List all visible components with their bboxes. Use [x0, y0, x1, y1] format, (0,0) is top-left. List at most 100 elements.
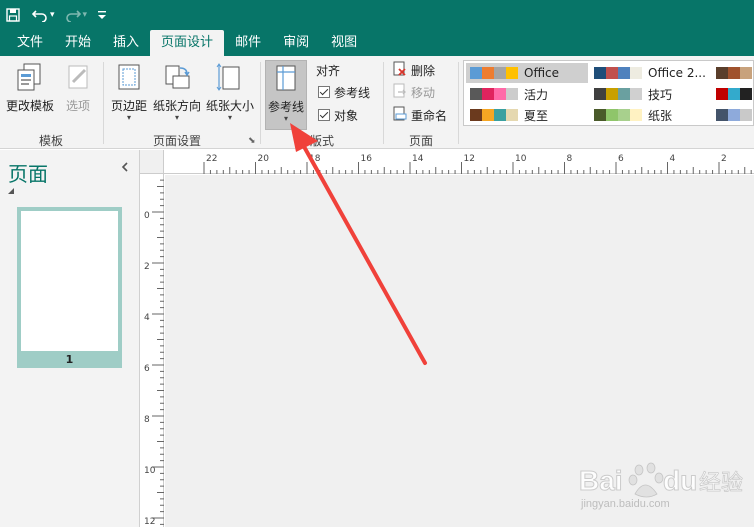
ruler-label: 12 [144, 517, 155, 527]
ruler-label: 0 [144, 211, 150, 221]
group-separator [103, 62, 104, 144]
tab-review[interactable]: 审阅 [272, 30, 320, 56]
delete-page-button[interactable]: 删除 [392, 60, 435, 80]
orientation-button[interactable]: 纸张方向 ▾ [152, 60, 202, 126]
page-size-icon [215, 62, 245, 95]
ruler-label: 16 [361, 154, 373, 164]
ruler-label: 20 [258, 154, 270, 164]
ribbon: 更改模板 选项 模板 页边距 ▾ 纸张方向 ▾ 纸张大小 ▾ 页面设置 ⬊ 参考… [0, 56, 754, 149]
group-separator [260, 62, 261, 144]
ruler-label: 4 [144, 313, 150, 323]
ruler-label: 12 [464, 154, 475, 164]
expand-triangle-icon[interactable] [8, 188, 14, 194]
ruler-label: 6 [618, 154, 624, 164]
scheme-swatches [594, 67, 642, 79]
ruler-label: 6 [144, 364, 150, 374]
group-separator [383, 62, 384, 144]
margins-dropdown-icon: ▾ [126, 113, 131, 122]
ruler-label: 22 [206, 154, 217, 164]
scheme-vibrant[interactable]: 活力 [466, 84, 588, 104]
checkbox-checked-icon [318, 109, 330, 121]
rename-page-button[interactable]: 重命名 [392, 105, 447, 125]
options-icon [63, 62, 93, 95]
scheme-item[interactable] [716, 63, 754, 83]
size-dropdown-icon: ▾ [227, 113, 232, 122]
scheme-office-2[interactable]: Office 2... [592, 63, 710, 83]
options-button: 选项 [58, 60, 98, 126]
delete-page-icon [392, 61, 407, 79]
margins-icon [114, 62, 144, 95]
watermark-url: jingyan.baidu.com [581, 498, 670, 510]
ruler-label: 4 [670, 154, 676, 164]
scheme-swatches [716, 88, 752, 100]
align-objects-checkbox[interactable]: 对象 [318, 105, 358, 125]
tab-view[interactable]: 视图 [320, 30, 368, 56]
ruler-label: 8 [144, 415, 150, 425]
customize-qat-icon[interactable] [91, 0, 113, 30]
move-page-icon [392, 83, 407, 101]
scheme-swatches [716, 67, 752, 79]
align-guides-checkbox[interactable]: 参考线 [318, 82, 370, 102]
tab-insert[interactable]: 插入 [102, 30, 150, 56]
orientation-icon [162, 62, 192, 95]
scheme-swatches [716, 109, 752, 121]
ruler-label: 8 [567, 154, 573, 164]
redo-dropdown-icon: ▾ [82, 10, 88, 20]
ruler-label: 14 [412, 154, 424, 164]
tab-file[interactable]: 文件 [6, 30, 54, 56]
page-number: 1 [65, 353, 74, 366]
scheme-item[interactable] [716, 84, 754, 104]
guides-dropdown-icon: ▾ [283, 114, 288, 123]
undo-dropdown-icon[interactable]: ▾ [50, 10, 55, 20]
baidu-jingyan-watermark: Bai du 经验 jingyan.baidu.com [577, 460, 754, 520]
scheme-summer[interactable]: 夏至 [466, 105, 588, 125]
title-bar: ▾ ▾ [0, 0, 754, 30]
page-thumbnail-canvas [21, 211, 118, 351]
group-separator [458, 62, 459, 144]
group-label-layout: 版式 [309, 134, 334, 148]
guides-button[interactable]: 参考线 ▾ [265, 60, 307, 130]
tab-home[interactable]: 开始 [54, 30, 102, 56]
svg-text:du: du [663, 465, 697, 496]
size-button[interactable]: 纸张大小 ▾ [204, 60, 256, 126]
scheme-item[interactable] [716, 105, 754, 125]
scheme-swatches [594, 109, 642, 121]
ruler-label: 10 [515, 154, 527, 164]
scheme-paper[interactable]: 纸张 [592, 105, 710, 125]
rename-page-icon [392, 106, 407, 124]
color-scheme-gallery: Office Office 2... 活力 技巧 夏至 纸张 [463, 60, 754, 126]
horizontal-ruler[interactable]: 22 20 18 16 14 12 10 8 6 4 2 [164, 150, 754, 174]
ribbon-tab-bar: 文件 开始 插入 页面设计 邮件 审阅 视图 [0, 30, 754, 56]
change-template-icon [15, 62, 45, 95]
change-template-button[interactable]: 更改模板 [4, 60, 56, 126]
vertical-ruler[interactable]: 0 2 4 6 8 10 12 [140, 174, 164, 527]
scheme-swatches [470, 109, 518, 121]
scheme-swatches [470, 88, 518, 100]
save-icon[interactable] [0, 0, 26, 30]
tab-page-design[interactable]: 页面设计 [150, 30, 225, 56]
page-navigation-pane: 页面 1 [0, 150, 140, 527]
orientation-dropdown-icon: ▾ [174, 113, 179, 122]
align-label: 对齐 [316, 63, 341, 78]
margins-button[interactable]: 页边距 ▾ [108, 60, 150, 126]
ruler-label: 18 [309, 154, 321, 164]
page-setup-launcher-icon[interactable]: ⬊ [248, 136, 256, 146]
tab-mailings[interactable]: 邮件 [224, 30, 272, 56]
pane-title: 页面 [8, 162, 48, 186]
scheme-office[interactable]: Office [466, 63, 588, 83]
scheme-tips[interactable]: 技巧 [592, 84, 710, 104]
checkbox-checked-icon [318, 86, 330, 98]
group-label-page-setup: 页面设置 [152, 134, 201, 148]
svg-text:经验: 经验 [699, 471, 743, 496]
page-thumbnail[interactable]: 1 [17, 207, 122, 368]
scheme-swatches [470, 67, 518, 79]
move-page-button: 移动 [392, 82, 435, 102]
ruler-corner[interactable] [140, 150, 164, 174]
ruler-label: 2 [144, 262, 150, 272]
ruler-label: 2 [721, 154, 727, 164]
baidu-logo: Bai du 经验 [579, 462, 743, 498]
svg-text:Bai: Bai [579, 465, 623, 496]
vertical-ruler-ticks: 0 2 4 6 8 10 12 [144, 179, 164, 527]
horizontal-ruler-ticks: 22 20 18 16 14 12 10 8 6 4 2 [203, 154, 752, 174]
chevron-left-icon[interactable] [121, 161, 129, 175]
